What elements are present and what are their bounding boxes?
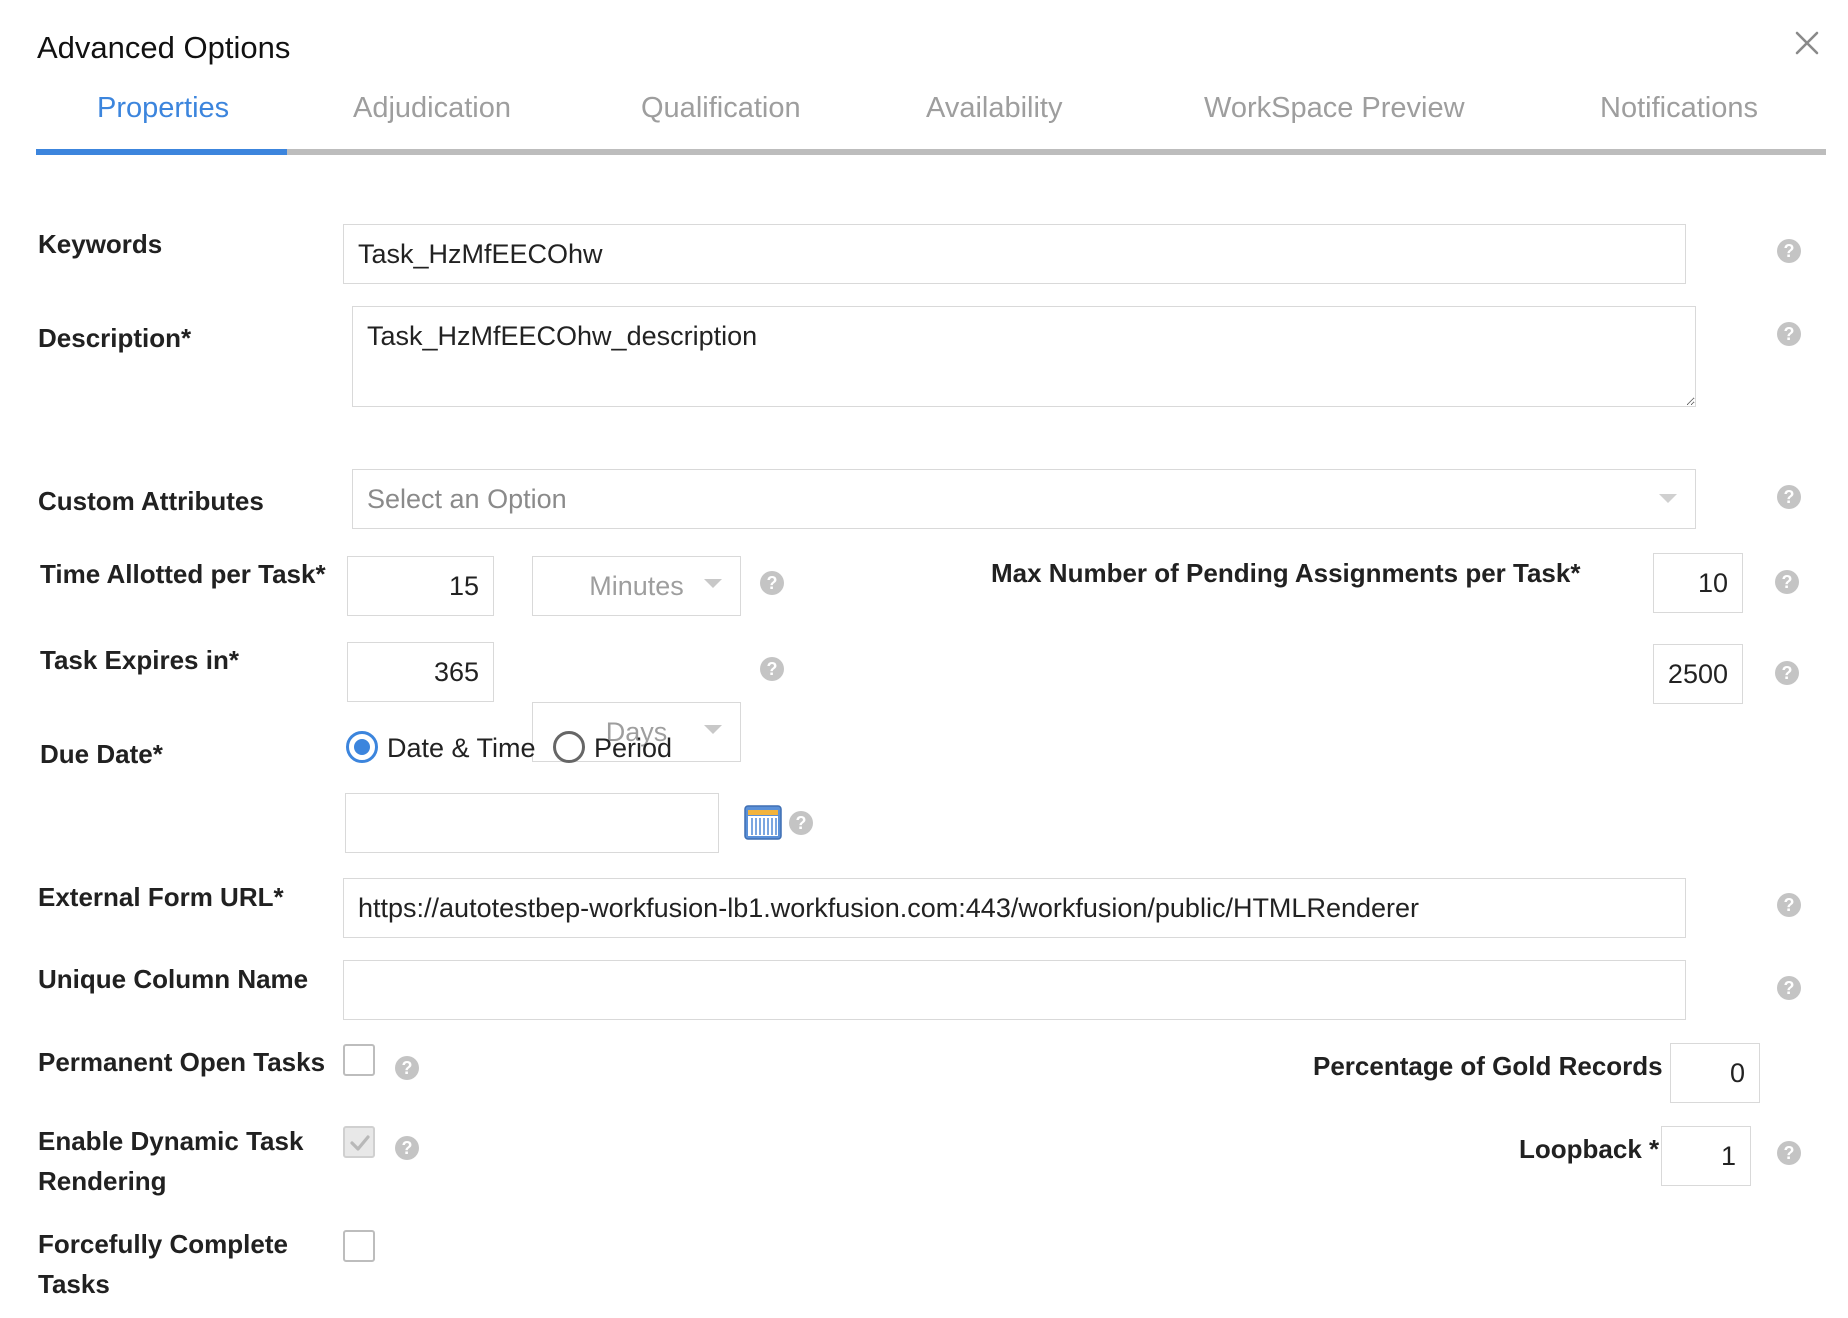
gold-records-label: Percentage of Gold Records * [1313,1051,1680,1081]
tab-qualification[interactable]: Qualification [641,92,801,125]
unique-column-name-help-icon[interactable]: ? [1777,976,1801,1000]
permanent-open-tasks-help-icon[interactable]: ? [395,1056,419,1080]
due-date-datetime-radio[interactable] [346,731,378,763]
due-date-period-radio[interactable] [553,731,585,763]
tab-notifications[interactable]: Notifications [1600,92,1758,125]
due-date-input[interactable] [345,793,719,853]
custom-attributes-label: Custom Attributes [38,486,264,516]
chevron-down-icon [1659,494,1677,503]
due-date-label: Due Date* [40,739,163,769]
description-textarea[interactable] [352,306,1696,407]
dynamic-rendering-checkbox[interactable] [343,1126,375,1158]
calendar-icon[interactable] [744,804,782,840]
loopback-label: Loopback * [1519,1134,1660,1164]
tab-active-indicator [36,149,287,155]
description-help-icon[interactable]: ? [1777,322,1801,346]
extra-value-input[interactable]: 2500 [1653,644,1743,704]
tab-bar-divider [36,149,1826,155]
tab-availability[interactable]: Availability [926,92,1062,125]
forcefully-complete-checkbox[interactable] [343,1230,375,1262]
time-unit-value: Minutes [589,570,684,601]
chevron-down-icon [704,579,722,588]
loopback-input[interactable]: 1 [1661,1126,1751,1186]
tab-properties[interactable]: Properties [97,92,229,125]
dialog-title: Advanced Options [37,30,291,65]
custom-attributes-help-icon[interactable]: ? [1777,485,1801,509]
time-unit-select[interactable]: Minutes [532,556,741,616]
external-form-url-label: External Form URL* [38,882,284,912]
time-allotted-input[interactable]: 15 [347,556,494,616]
max-pending-help-icon[interactable]: ? [1775,570,1799,594]
max-pending-input[interactable]: 10 [1653,553,1743,613]
keywords-input[interactable]: Task_HzMfEECOhw [343,224,1686,284]
permanent-open-tasks-checkbox[interactable] [343,1044,375,1076]
gold-records-input[interactable]: 0 [1670,1043,1760,1103]
description-label: Description* [38,323,192,353]
forcefully-complete-label: Forcefully Complete Tasks [38,1229,288,1299]
time-allotted-label: Time Allotted per Task* [40,559,326,589]
unique-column-name-input[interactable] [343,960,1686,1020]
external-form-url-help-icon[interactable]: ? [1777,893,1801,917]
unique-column-name-label: Unique Column Name [38,964,309,994]
close-icon[interactable] [1790,26,1824,60]
due-date-datetime-label: Date & Time [387,733,536,763]
due-date-help-icon[interactable]: ? [789,811,813,835]
tab-workspace-preview[interactable]: WorkSpace Preview [1204,92,1465,125]
chevron-down-icon [704,725,722,734]
task-expires-label: Task Expires in* [40,645,239,675]
custom-attributes-select[interactable]: Select an Option [352,469,1696,529]
keywords-help-icon[interactable]: ? [1777,239,1801,263]
due-date-period-label: Period [594,733,673,763]
task-expires-help-icon[interactable]: ? [760,657,784,681]
custom-attributes-placeholder: Select an Option [367,483,567,514]
dynamic-rendering-label: Enable Dynamic Task Rendering [38,1126,304,1196]
time-allotted-help-icon[interactable]: ? [760,571,784,595]
task-expires-input[interactable]: 365 [347,642,494,702]
keywords-label: Keywords [38,229,163,259]
external-form-url-input[interactable]: https://autotestbep-workfusion-lb1.workf… [343,878,1686,938]
check-icon [350,1135,370,1151]
loopback-help-icon[interactable]: ? [1777,1141,1801,1165]
extra-value-help-icon[interactable]: ? [1775,661,1799,685]
max-pending-label: Max Number of Pending Assignments per Ta… [991,558,1581,588]
dynamic-rendering-help-icon[interactable]: ? [395,1136,419,1160]
permanent-open-tasks-label: Permanent Open Tasks [38,1047,326,1077]
tab-adjudication[interactable]: Adjudication [353,92,511,125]
